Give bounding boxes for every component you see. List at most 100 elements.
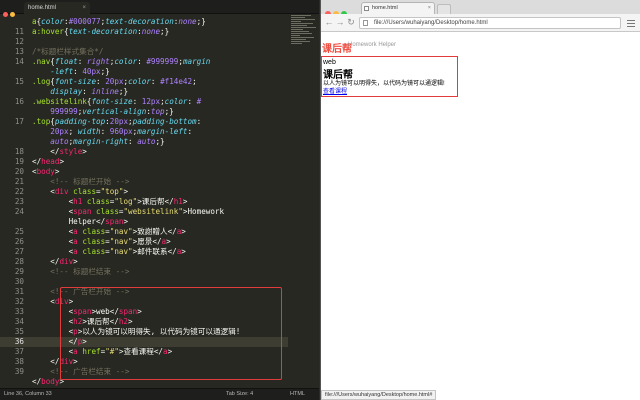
code-line[interactable]: .nav{float: right;color: #999999;margin [32,57,210,67]
code-line[interactable]: <a class="nav">致謝贈人</a> [32,227,186,237]
code-token: #000077 [68,17,101,26]
new-tab-button[interactable] [437,4,451,14]
line-number: 38 [14,357,24,366]
code-token: > [123,217,129,226]
code-line[interactable]: <body> [32,167,59,177]
code-token: </ [167,247,177,256]
code-line[interactable]: <!-- 标题栏结束 --> [32,267,129,277]
code-token: ; [192,77,197,86]
code-token: 致謝贈人 [137,227,168,236]
view-course-link[interactable]: 查看课程 [323,86,347,95]
code-token: </ [32,157,42,166]
code-token: : [128,137,138,146]
address-bar[interactable]: file:///Users/wuhaiyang/Desktop/home.htm… [359,17,621,29]
code-line[interactable]: .websitelink{font-size: 12px;color: # [32,97,201,107]
line-number: 33 [14,307,24,316]
code-line[interactable]: a:hover{text-decoration:none;} [32,27,169,37]
code-token: color [41,17,65,26]
line-number: 30 [14,277,24,286]
close-icon[interactable]: × [428,3,431,14]
reload-icon[interactable]: ↻ [346,17,356,28]
code-token: span [105,217,124,226]
code-token: ;} [118,87,129,96]
code-line[interactable]: <h1 class="log">课后帮</h1> [32,197,188,207]
cursor-position: Line 36, Column 33 [4,391,52,397]
forward-arrow-icon[interactable]: → [335,17,345,28]
code-token: class [82,237,106,246]
code-line[interactable]: auto;margin-right: auto;} [32,137,164,147]
tab-size-setting[interactable]: Tab Size: 4 [226,389,253,400]
code-token: ;} [100,67,110,76]
code-token: .nav [32,57,51,66]
code-token: : [96,77,106,86]
code-line[interactable]: <span class="websitelink">Homework [32,207,225,217]
code-line[interactable]: </head> [32,157,64,167]
code-token: > [123,187,129,196]
homework-helper-link: Homework Helper [348,42,397,48]
code-line[interactable]: 20px; width: 960px;margin-left: [32,127,192,137]
browser-tab-home-html[interactable]: home.html × [361,2,435,14]
code-token: vertical-align [82,107,147,116]
code-token: #999999 [146,57,179,66]
code-line[interactable]: Helper</span> [32,217,128,227]
code-token: margin-left [137,127,188,136]
line-number: 28 [14,257,24,266]
code-token: font-size [54,77,97,86]
code-line[interactable]: a{color:#000077;text-decoration:none;} [32,17,206,27]
line-number: 16 [14,97,24,106]
code-token: < [32,227,74,236]
code-line[interactable]: 999999;vertical-align:top;} [32,107,174,117]
code-line[interactable]: .top{padding-top:20px;padding-bottom: [32,117,201,127]
code-token: a:hover [32,27,65,36]
code-line[interactable]: <a class="nav">邮件联系</a> [32,247,186,257]
code-line[interactable]: <!-- 标题栏开始 --> [32,177,129,187]
line-number: 15 [14,77,24,86]
code-line[interactable]: </div> [32,257,77,267]
code-line[interactable]: /*标题栏样式集合*/ [32,47,103,57]
code-token: .log [32,77,51,86]
code-token: : [132,97,142,106]
code-token: < [32,207,74,216]
code-token: 999999 [32,107,78,116]
editor-tab-home-html[interactable]: home.html × [24,2,90,14]
code-token: div [54,187,69,196]
hamburger-menu-icon[interactable] [627,18,635,27]
code-token: color [128,77,151,86]
code-token: h1 [173,197,183,206]
line-number: 35 [14,327,24,336]
code-line[interactable]: .log{font-size: 20px;color: #f14e42; [32,77,197,87]
code-token: </ [32,377,42,386]
line-number: 11 [14,27,24,36]
minimap[interactable] [291,14,319,74]
code-token: .websitelink [32,97,87,106]
code-token: # [196,97,202,106]
code-line[interactable]: <a class="nav">愿景</a> [32,237,171,247]
back-arrow-icon[interactable]: ← [324,17,334,28]
line-number: 31 [14,287,24,296]
code-token: "websitelink" [123,207,183,216]
code-token: #f14e42 [160,77,193,86]
code-token: text-decoration [105,17,174,26]
code-line[interactable]: <div class="top"> [32,187,128,197]
close-icon[interactable]: × [82,2,86,14]
line-number: 29 [14,267,24,276]
code-line[interactable]: </style> [32,147,87,157]
code-token: text-decoration [68,27,138,36]
line-number: 17 [14,117,24,126]
line-number: 25 [14,227,24,236]
code-token: </ [96,217,106,226]
code-token: : [187,127,193,136]
code-token: 960px [109,127,133,136]
code-token: ;} [164,107,174,116]
code-token: </ [152,237,162,246]
code-token: </ [32,147,60,156]
code-line[interactable]: -left: 40px;} [32,67,110,77]
code-token: font-size [91,97,133,106]
syntax-mode[interactable]: HTML [290,389,305,400]
code-token: right [86,57,110,66]
code-token: </ [164,197,174,206]
line-number: 20 [14,167,24,176]
code-token: </ [32,257,60,266]
line-number-gutter: 11 12 13 14 15 16 17 18 19 20 21 22 23 24 25 26 27 28 29 30… [0,14,30,388]
code-line[interactable]: display: inline;} [32,87,128,97]
